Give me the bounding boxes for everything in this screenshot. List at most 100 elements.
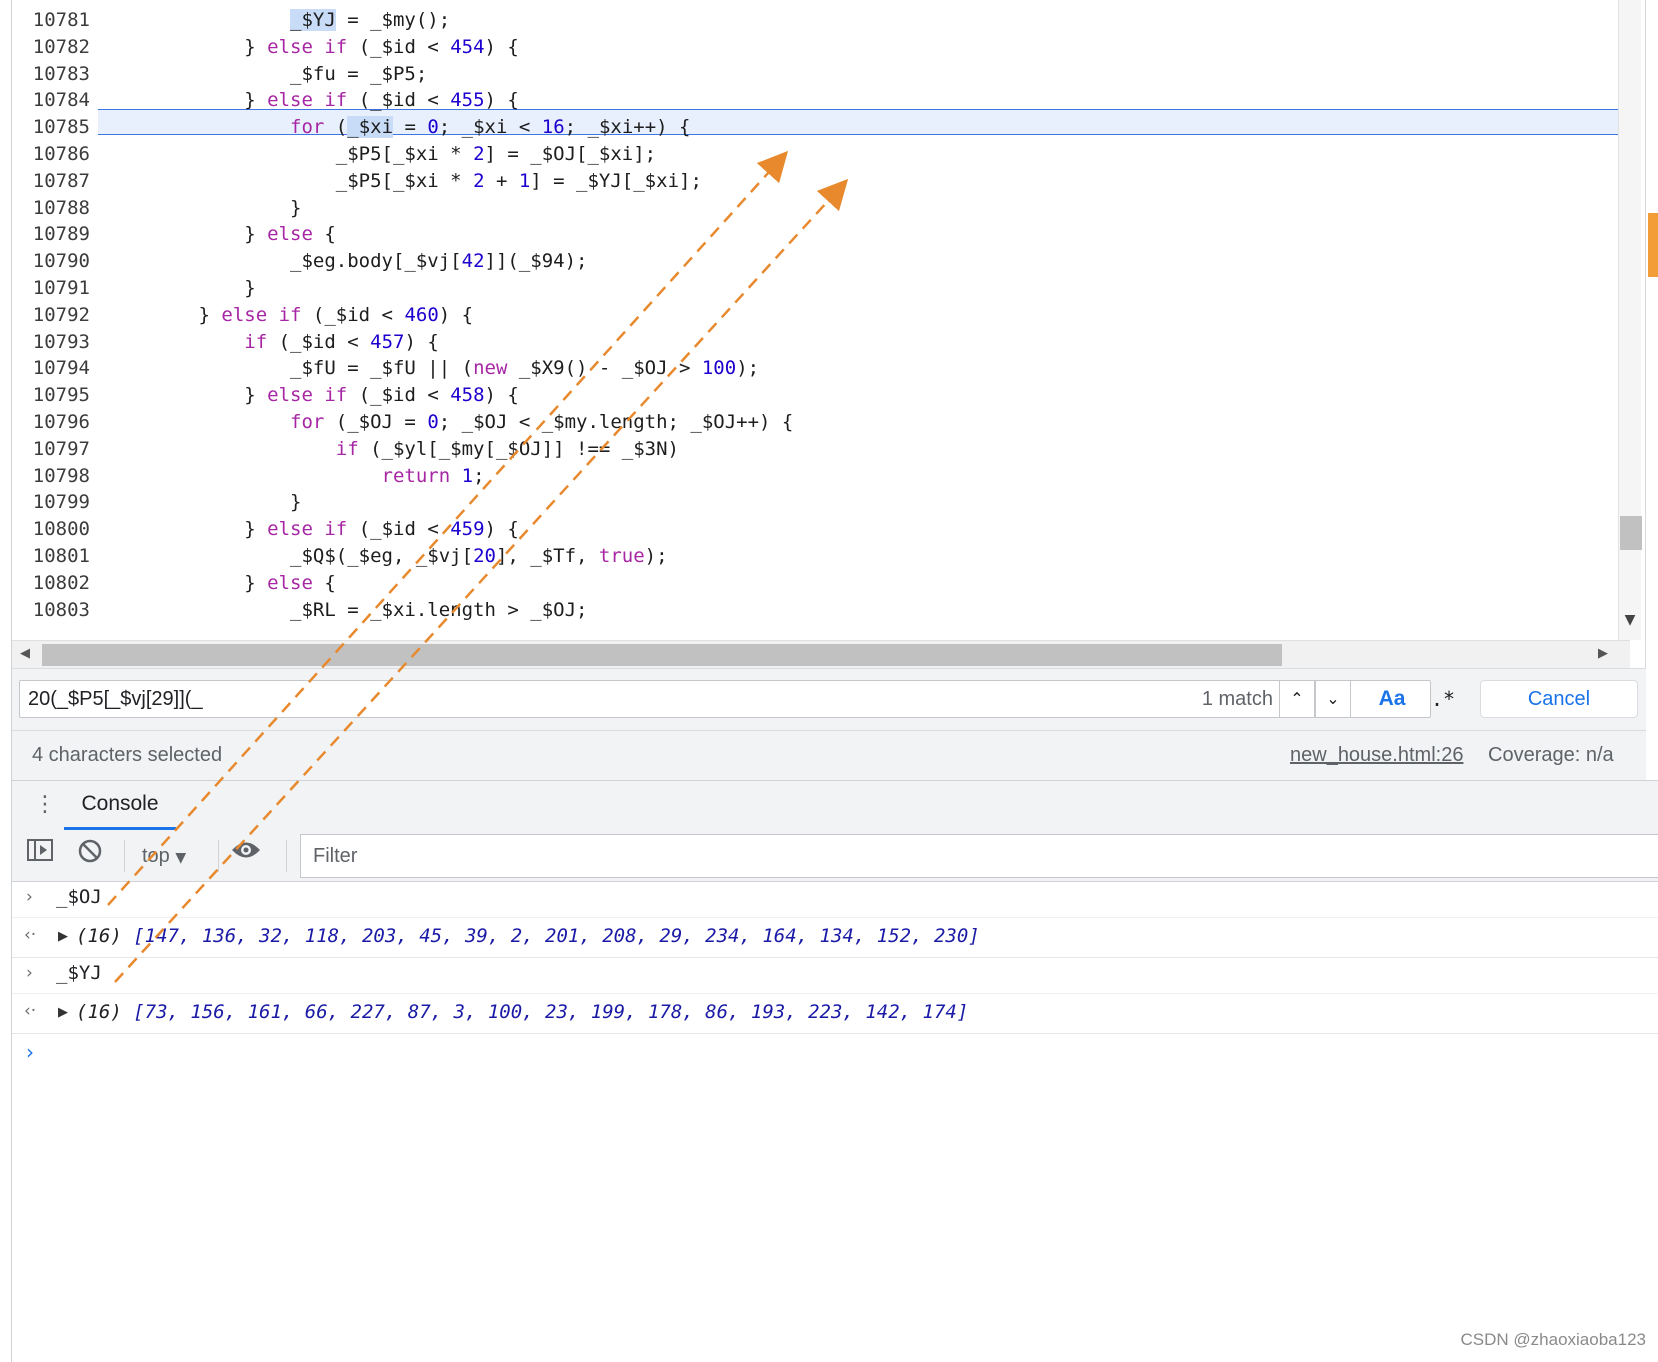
code-line[interactable]: return 1;	[107, 463, 485, 490]
line-number[interactable]: 10796	[12, 409, 90, 436]
code-line[interactable]: }	[107, 195, 301, 222]
code-line[interactable]: } else if (_$id < 458) {	[107, 382, 519, 409]
show-sidebar-icon[interactable]	[22, 838, 58, 874]
code-line[interactable]: if (_$id < 457) {	[107, 329, 439, 356]
code-line[interactable]: for (_$xi = 0; _$xi < 16; _$xi++) {	[107, 114, 690, 141]
array-result[interactable]: (16) [147, 136, 32, 118, 203, 45, 39, 2,…	[76, 925, 980, 947]
line-number[interactable]: 10795	[12, 382, 90, 409]
console-input-prompt[interactable]: ›	[26, 1040, 34, 1064]
line-number[interactable]: 10798	[12, 463, 90, 490]
line-number[interactable]: 10803	[12, 597, 90, 624]
highlighted-identifier: _$YJ	[290, 9, 336, 31]
code-line[interactable]: }	[107, 275, 255, 302]
line-number[interactable]: 10784	[12, 87, 90, 114]
code-token: ], _$Tf,	[495, 545, 599, 567]
line-number[interactable]: 10781	[12, 7, 90, 34]
code-line[interactable]: } else if (_$id < 455) {	[107, 87, 519, 114]
regex-toggle-button[interactable]: .*	[1425, 680, 1461, 718]
code-line[interactable]: _$P5[_$xi * 2] = _$OJ[_$xi];	[107, 141, 656, 168]
code-line[interactable]: }	[107, 489, 301, 516]
code-number: 2	[473, 169, 485, 192]
match-case-button[interactable]: Aa	[1371, 680, 1413, 718]
code-line[interactable]: } else {	[107, 570, 336, 597]
tab-console[interactable]: Console	[64, 780, 176, 830]
line-number[interactable]: 10799	[12, 489, 90, 516]
line-number[interactable]: 10786	[12, 141, 90, 168]
line-number-gutter[interactable]: 10781 10782 10783 10784 10785 10786 10787 10788…	[12, 0, 98, 640]
console-filter-input[interactable]: Filter	[300, 834, 1658, 878]
code-line[interactable]: _$fu = _$P5;	[107, 61, 427, 88]
watermark: CSDN @zhaoxiaoba123	[1460, 1330, 1646, 1349]
code-line[interactable]: _$P5[_$xi * 2 + 1] = _$YJ[_$xi];	[107, 168, 702, 195]
scroll-down-arrow-icon[interactable]: ▼	[1622, 612, 1638, 628]
code-keyword: else	[267, 571, 313, 594]
code-number: 100	[701, 357, 737, 380]
code-keyword: else if	[221, 303, 302, 326]
scroll-right-arrow-icon[interactable]: ▶	[1598, 646, 1608, 661]
clear-console-icon[interactable]	[72, 838, 108, 874]
code-line[interactable]: } else if (_$id < 460) {	[107, 302, 474, 329]
line-number[interactable]: 10788	[12, 195, 90, 222]
code-line[interactable]: _$RL = _$xi.length > _$OJ;	[107, 597, 587, 624]
expand-triangle-icon[interactable]: ▶	[58, 1005, 68, 1020]
line-number[interactable]: 10800	[12, 516, 90, 543]
selection-status: 4 characters selected	[32, 744, 223, 766]
scroll-left-arrow-icon[interactable]: ◀	[20, 646, 30, 661]
horizontal-scrollbar-thumb[interactable]	[42, 644, 1282, 666]
expand-triangle-icon[interactable]: ▶	[58, 929, 68, 944]
code-line[interactable]: _$Q$(_$eg, _$vj[20], _$Tf, true);	[107, 543, 668, 570]
previous-match-button[interactable]: ⌃	[1279, 680, 1315, 718]
console-command-row: › _$YJ	[12, 957, 1658, 994]
code-token: =	[393, 116, 428, 139]
line-number[interactable]: 10782	[12, 34, 90, 61]
line-number[interactable]: 10797	[12, 436, 90, 463]
next-match-button[interactable]: ⌄	[1315, 680, 1351, 718]
code-line[interactable]: _$eg.body[_$vj[42]](_$94);	[107, 248, 587, 275]
line-number[interactable]: 10802	[12, 570, 90, 597]
code-line[interactable]: } else {	[107, 221, 336, 248]
live-expression-eye-icon[interactable]	[228, 838, 264, 874]
line-number[interactable]: 10794	[12, 355, 90, 382]
array-result[interactable]: (16) [73, 156, 161, 66, 227, 87, 3, 100,…	[76, 1001, 968, 1023]
console-command[interactable]: _$OJ	[56, 886, 102, 908]
code-token: }	[244, 35, 268, 58]
line-number[interactable]: 10789	[12, 221, 90, 248]
code-line[interactable]: _$YJ = _$my();	[107, 7, 450, 34]
line-number[interactable]: 10790	[12, 248, 90, 275]
more-tools-kebab-icon[interactable]: ⋮	[34, 788, 56, 822]
code-token: ] = _$YJ[_$xi];	[530, 169, 702, 192]
cancel-search-button[interactable]: Cancel	[1480, 680, 1638, 718]
code-line[interactable]: _$fU = _$fU || (new _$X9() - _$OJ > 100)…	[107, 355, 759, 382]
line-number[interactable]: 10783	[12, 61, 90, 88]
code-keyword: if	[335, 437, 359, 460]
code-token: (_$id <	[267, 330, 371, 353]
console-command[interactable]: _$YJ	[56, 962, 102, 984]
line-number[interactable]: 10785	[12, 114, 90, 141]
code-line[interactable]: if (_$yl[_$my[_$OJ]] !== _$3N)	[107, 436, 679, 463]
line-number[interactable]: 10793	[12, 329, 90, 356]
code-number: 454	[450, 35, 485, 58]
code-token: _$eg.body[_$vj[	[290, 250, 462, 273]
execution-context-select[interactable]: top ▼	[142, 838, 186, 874]
line-number[interactable]: 10791	[12, 275, 90, 302]
array-length: (16)	[76, 925, 122, 947]
code-line[interactable]: } else if (_$id < 459) {	[107, 516, 519, 543]
code-line[interactable]: for (_$OJ = 0; _$OJ < _$my.length; _$OJ+…	[107, 409, 793, 436]
line-number[interactable]: 10801	[12, 543, 90, 570]
code-editor[interactable]: 10781 10782 10783 10784 10785 10786 10787 10788…	[12, 0, 1618, 640]
code-keyword: if	[244, 330, 268, 353]
code-line[interactable]: } else if (_$id < 454) {	[107, 34, 519, 61]
code-token: _$Q$(_$eg, _$vj[	[290, 545, 474, 567]
chevron-down-icon: ⌄	[1326, 689, 1340, 708]
line-number[interactable]: 10792	[12, 302, 90, 329]
source-location-link[interactable]: new_house.html:26	[1290, 730, 1463, 780]
line-number[interactable]: 10787	[12, 168, 90, 195]
vertical-scrollbar-thumb[interactable]	[1620, 516, 1642, 550]
code-token: );	[644, 545, 668, 567]
